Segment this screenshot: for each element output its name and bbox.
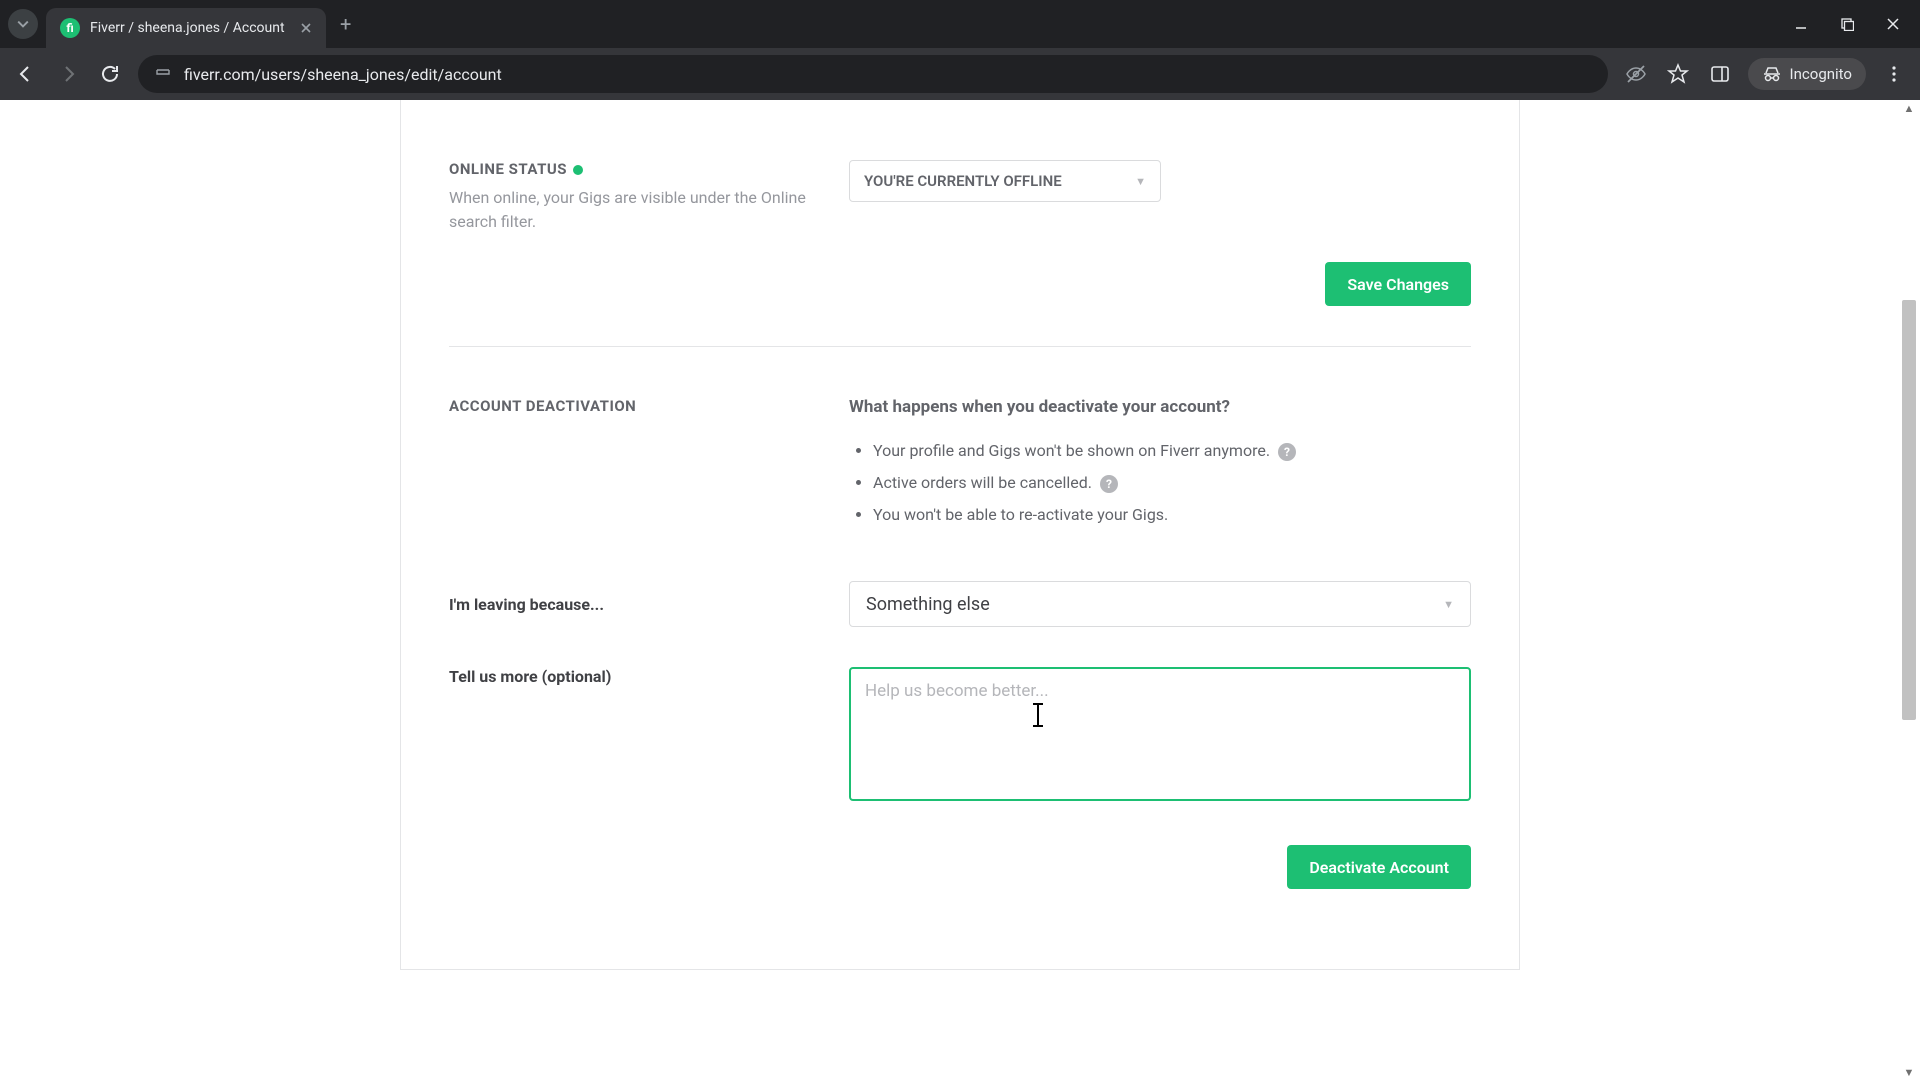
help-icon[interactable]: ?	[1278, 443, 1296, 461]
page-viewport: ONLINE STATUS When online, your Gigs are…	[0, 100, 1920, 1080]
list-item: Your profile and Gigs won't be shown on …	[873, 435, 1471, 467]
new-tab-button[interactable]: +	[340, 12, 351, 36]
chevron-down-icon: ▼	[1135, 175, 1146, 188]
browser-chrome: fi Fiverr / sheena.jones / Account + fiv…	[0, 0, 1920, 100]
reload-button[interactable]	[96, 60, 124, 88]
online-status-select[interactable]: YOU'RE CURRENTLY OFFLINE ▼	[849, 160, 1161, 202]
leaving-reason-select[interactable]: Something else ▼	[849, 581, 1471, 627]
minimize-button[interactable]	[1792, 15, 1810, 33]
deactivation-question: What happens when you deactivate your ac…	[849, 397, 1471, 417]
incognito-label: Incognito	[1790, 65, 1852, 83]
deactivation-label: ACCOUNT DEACTIVATION	[449, 397, 819, 415]
deactivate-account-button[interactable]: Deactivate Account	[1287, 845, 1471, 889]
close-tab-icon[interactable]	[300, 19, 312, 38]
online-dot-icon	[573, 165, 583, 175]
incognito-icon	[1762, 64, 1782, 84]
help-icon[interactable]: ?	[1100, 475, 1118, 493]
list-item: Active orders will be cancelled. ?	[873, 467, 1471, 499]
address-bar: fiverr.com/users/sheena_jones/edit/accou…	[0, 48, 1920, 100]
divider	[449, 346, 1471, 347]
leaving-row: I'm leaving because... Something else ▼	[449, 581, 1471, 627]
bookmark-icon[interactable]	[1664, 60, 1692, 88]
leaving-reason-value: Something else	[866, 594, 990, 615]
tell-us-more-label: Tell us more (optional)	[449, 667, 819, 686]
browser-tab[interactable]: fi Fiverr / sheena.jones / Account	[46, 8, 326, 48]
save-changes-button[interactable]: Save Changes	[1325, 262, 1471, 306]
tab-search-dropdown[interactable]	[8, 9, 38, 39]
chevron-down-icon: ▼	[1443, 598, 1454, 611]
online-status-label: ONLINE STATUS	[449, 160, 819, 178]
maximize-button[interactable]	[1838, 15, 1856, 33]
tell-us-more-textarea[interactable]	[849, 667, 1471, 801]
forward-button[interactable]	[54, 60, 82, 88]
close-window-button[interactable]	[1884, 15, 1902, 33]
scroll-down-icon[interactable]: ▼	[1902, 1064, 1916, 1080]
leaving-label: I'm leaving because...	[449, 595, 819, 614]
deactivation-list: Your profile and Gigs won't be shown on …	[849, 435, 1471, 531]
online-status-row: ONLINE STATUS When online, your Gigs are…	[449, 160, 1471, 234]
site-info-icon[interactable]	[154, 63, 172, 85]
url-text: fiverr.com/users/sheena_jones/edit/accou…	[184, 65, 502, 84]
back-button[interactable]	[12, 60, 40, 88]
scroll-up-icon[interactable]: ▲	[1902, 100, 1916, 116]
chevron-down-icon	[17, 18, 29, 30]
favicon-icon: fi	[60, 18, 80, 38]
scrollbar[interactable]: ▲ ▼	[1900, 100, 1918, 1080]
settings-panel: ONLINE STATUS When online, your Gigs are…	[400, 100, 1520, 970]
tab-title: Fiverr / sheena.jones / Account	[90, 20, 290, 36]
browser-menu-icon[interactable]	[1880, 60, 1908, 88]
incognito-badge[interactable]: Incognito	[1748, 58, 1866, 90]
online-status-value: YOU'RE CURRENTLY OFFLINE	[864, 172, 1062, 190]
deactivation-row: ACCOUNT DEACTIVATION What happens when y…	[449, 397, 1471, 531]
url-box[interactable]: fiverr.com/users/sheena_jones/edit/accou…	[138, 55, 1608, 93]
window-controls	[1792, 15, 1912, 33]
tell-us-more-row: Tell us more (optional)	[449, 667, 1471, 805]
list-item: You won't be able to re-activate your Gi…	[873, 499, 1471, 531]
tab-bar: fi Fiverr / sheena.jones / Account +	[0, 0, 1920, 48]
online-status-desc: When online, your Gigs are visible under…	[449, 186, 819, 234]
side-panel-icon[interactable]	[1706, 60, 1734, 88]
eye-off-icon[interactable]	[1622, 60, 1650, 88]
scrollbar-thumb[interactable]	[1902, 300, 1916, 720]
